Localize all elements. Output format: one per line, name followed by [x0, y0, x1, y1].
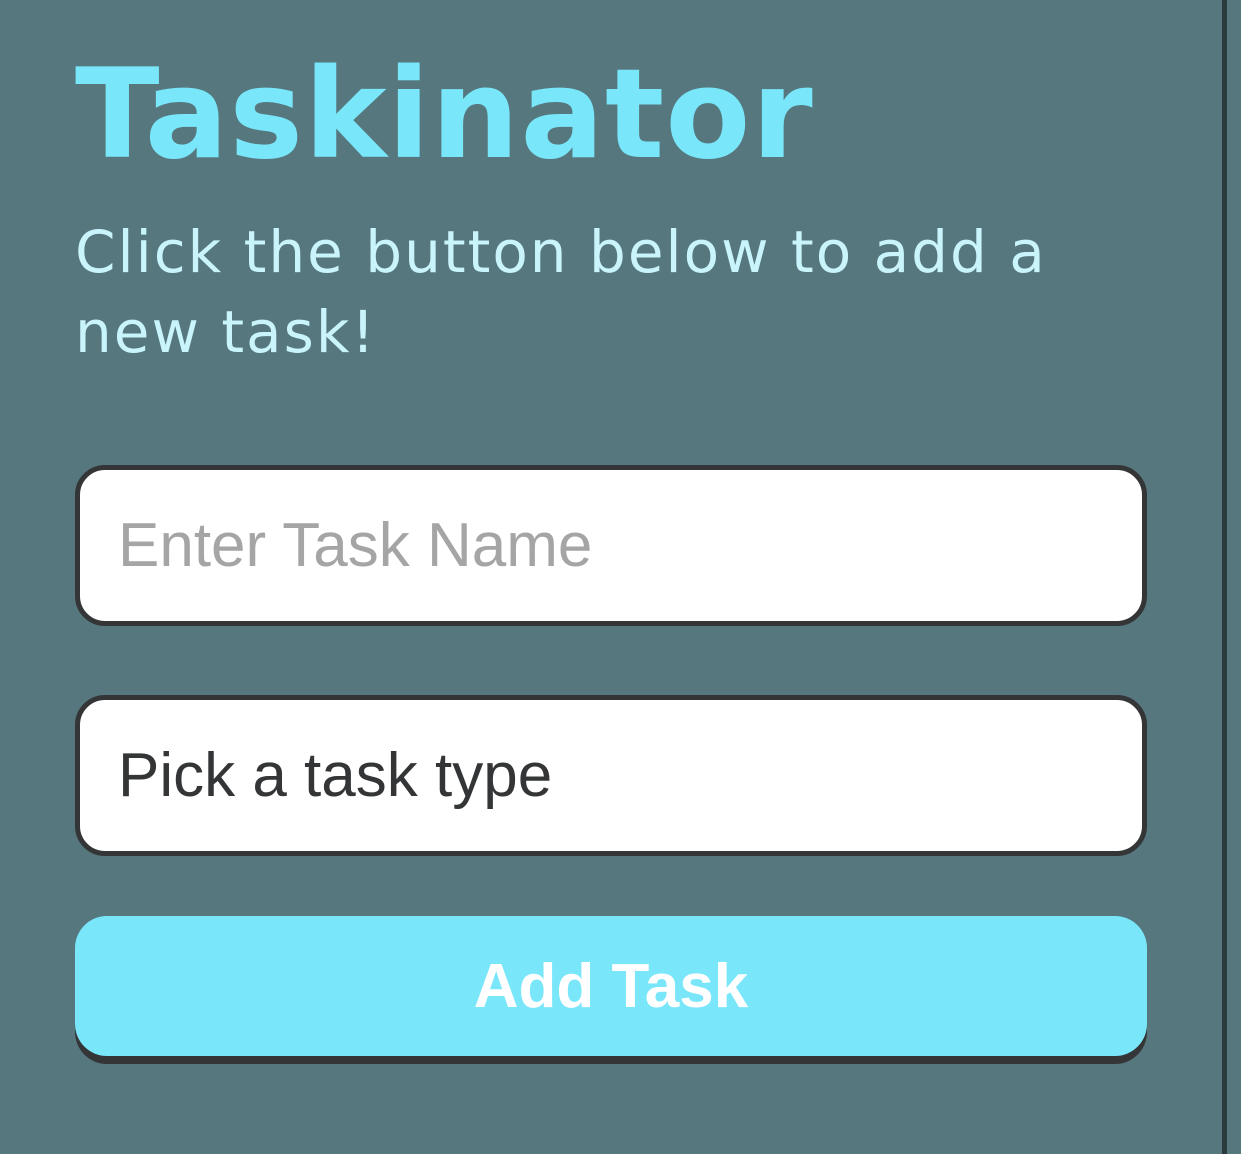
add-task-button[interactable]: Add Task [75, 916, 1147, 1056]
header: Taskinator Click the button below to add… [75, 40, 1147, 372]
app-title: Taskinator [75, 43, 814, 187]
page-right-border [1222, 0, 1227, 1154]
task-form: Pick a task type Add Task [75, 465, 1147, 1056]
page-subtitle: Click the button below to add a new task… [75, 218, 1047, 366]
task-type-select[interactable]: Pick a task type [75, 695, 1147, 856]
task-name-input[interactable] [75, 465, 1147, 626]
